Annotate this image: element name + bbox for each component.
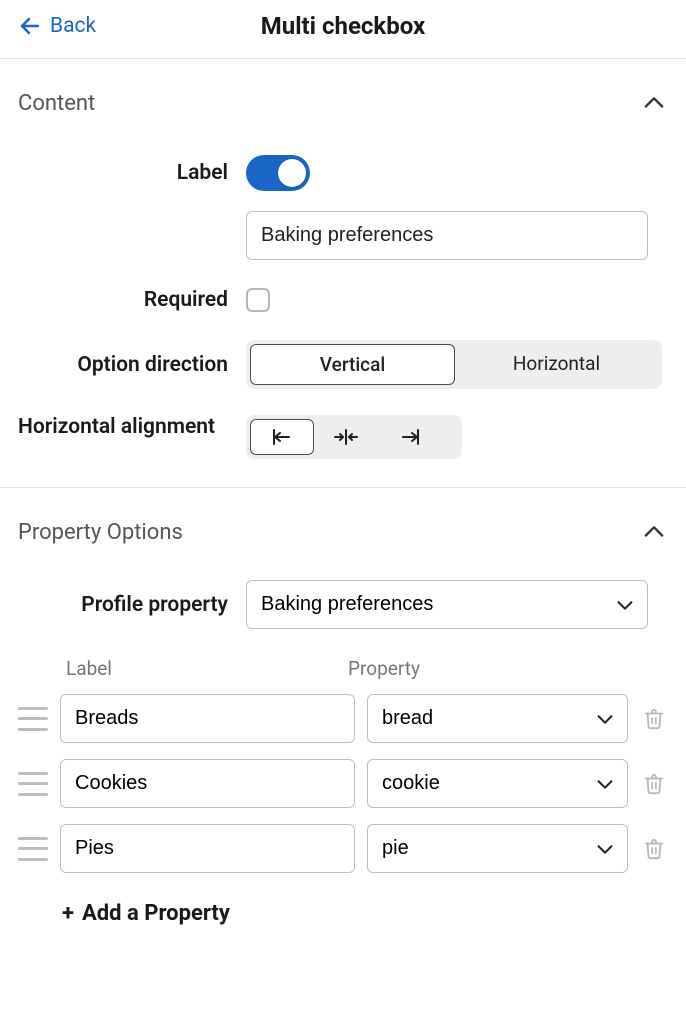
section-property-options-header[interactable]: Property Options [18, 488, 668, 556]
header-bar: Back Multi checkbox [0, 0, 686, 58]
align-left-icon [271, 428, 293, 446]
delete-option-button[interactable] [640, 705, 668, 733]
chevron-up-icon [640, 89, 668, 117]
direction-segmented-control: Vertical Horizontal [246, 340, 662, 389]
option-label-input[interactable] [60, 694, 355, 743]
profile-property-label: Profile property [18, 593, 246, 617]
row-profile-property: Profile property Baking preferences [18, 556, 668, 639]
required-checkbox[interactable] [246, 288, 270, 312]
align-left-button[interactable] [250, 419, 314, 455]
align-center-icon [333, 428, 359, 446]
align-center-button[interactable] [314, 419, 378, 455]
option-property-select-wrap: bread [367, 694, 628, 743]
row-required: Required [18, 270, 668, 322]
profile-property-select[interactable]: Baking preferences [246, 580, 648, 629]
option-label-input[interactable] [60, 759, 355, 808]
option-property-select[interactable]: cookie [367, 759, 628, 808]
trash-icon [643, 772, 665, 796]
field-direction-label: Option direction [18, 353, 246, 377]
field-halign-label: Horizontal alignment [18, 413, 246, 441]
halign-segmented-control [246, 415, 462, 459]
section-content-title: Content [18, 91, 95, 116]
section-content: Content Label Required Option direction … [0, 59, 686, 487]
plus-icon: + [62, 901, 74, 926]
chevron-up-icon [640, 518, 668, 546]
option-row: bread [18, 686, 668, 751]
delete-option-button[interactable] [640, 835, 668, 863]
option-property-select[interactable]: pie [367, 824, 628, 873]
section-property-options-title: Property Options [18, 520, 183, 545]
option-columns-header: Label Property [18, 639, 668, 686]
option-row: pie [18, 816, 668, 881]
drag-handle-icon[interactable] [18, 707, 48, 731]
section-content-header[interactable]: Content [18, 59, 668, 127]
option-property-select-wrap: cookie [367, 759, 628, 808]
option-label-input[interactable] [60, 824, 355, 873]
section-property-options: Property Options Profile property Baking… [0, 488, 686, 956]
add-property-label: Add a Property [82, 901, 230, 926]
trash-icon [643, 707, 665, 731]
back-button[interactable]: Back [18, 14, 96, 38]
col-property-header: Property [342, 657, 624, 680]
field-required-label: Required [18, 288, 246, 312]
arrow-left-icon [18, 14, 42, 38]
col-label-header: Label [60, 657, 342, 680]
add-property-button[interactable]: + Add a Property [18, 881, 668, 956]
option-row: cookie [18, 751, 668, 816]
row-label-input [18, 201, 668, 270]
drag-handle-icon[interactable] [18, 837, 48, 861]
toggle-knob [278, 159, 306, 187]
drag-handle-icon[interactable] [18, 772, 48, 796]
row-label-toggle: Label [18, 127, 668, 201]
trash-icon [643, 837, 665, 861]
option-property-select[interactable]: bread [367, 694, 628, 743]
option-property-select-wrap: pie [367, 824, 628, 873]
delete-option-button[interactable] [640, 770, 668, 798]
label-input[interactable] [246, 211, 648, 260]
row-horizontal-alignment: Horizontal alignment [18, 399, 668, 487]
align-right-icon [399, 428, 421, 446]
profile-property-select-wrap: Baking preferences [246, 580, 648, 629]
row-option-direction: Option direction Vertical Horizontal [18, 322, 668, 399]
align-right-button[interactable] [378, 419, 442, 455]
back-label: Back [50, 14, 96, 38]
direction-horizontal[interactable]: Horizontal [455, 344, 658, 385]
field-label-label: Label [18, 161, 246, 185]
page-title: Multi checkbox [0, 12, 686, 40]
option-rows: bread cookie pie [18, 686, 668, 881]
label-toggle[interactable] [246, 155, 310, 191]
direction-vertical[interactable]: Vertical [250, 344, 455, 385]
